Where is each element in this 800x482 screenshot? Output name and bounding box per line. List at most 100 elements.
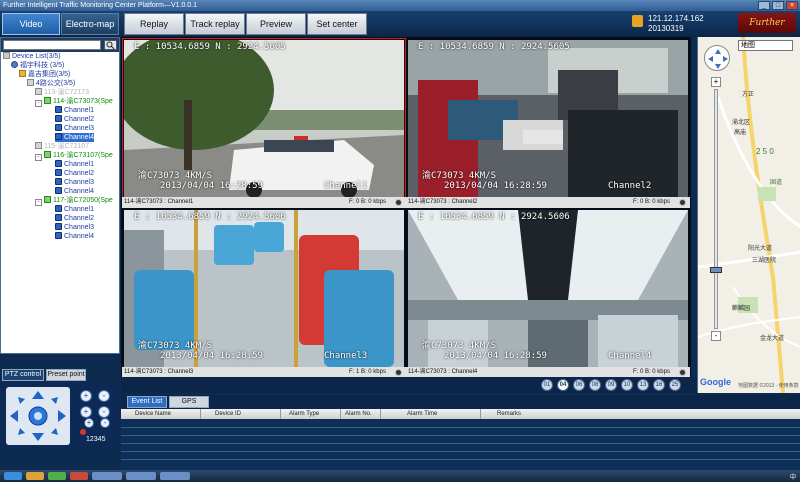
pan-up-right-icon[interactable] — [51, 397, 58, 404]
tree-channel-item[interactable]: Channel4 — [55, 232, 94, 241]
column-header[interactable]: Device ID — [201, 409, 281, 419]
tree-channel-item[interactable]: Channel2 — [55, 115, 94, 124]
tree-device-item[interactable]: - 116-渝C73107(Spe — [35, 151, 113, 161]
close-button[interactable]: × — [786, 1, 798, 10]
tab-preset-point[interactable]: Preset point — [46, 369, 86, 381]
taskbar-app-icon[interactable] — [70, 472, 88, 480]
tree-channel-item[interactable]: Channel3 — [55, 178, 94, 187]
tray-ime-indicator[interactable]: 中 — [790, 472, 796, 481]
tree-group-item[interactable]: Device List(3/5) — [3, 52, 61, 61]
zoom-in-button[interactable]: + — [80, 390, 92, 402]
column-header[interactable]: Alarm Type — [281, 409, 341, 419]
split-mode-button[interactable]: 13 — [637, 379, 649, 391]
split-mode-button[interactable]: 10 — [621, 379, 633, 391]
tab-gps-monitoring[interactable]: GPS monitoring — [169, 396, 209, 415]
video-cell-2[interactable]: E : 10534.6859 N : 2924.5605 渝C73073 4KM… — [406, 38, 690, 208]
taskbar-app-icon[interactable] — [160, 472, 190, 480]
tree-channel-item[interactable]: Channel1 — [55, 205, 94, 214]
map-zoom-in-button[interactable]: + — [711, 77, 721, 87]
track-replay-button[interactable]: Track replay — [185, 13, 245, 35]
tab-event-list[interactable]: Event List — [127, 396, 167, 408]
record-icon[interactable] — [395, 369, 402, 376]
map-type-select[interactable]: 地图 — [738, 40, 793, 51]
focus-near-button[interactable]: + — [80, 406, 92, 418]
tab-video-preview[interactable]: Video Preview — [2, 13, 60, 49]
split-mode-button[interactable]: 09 — [605, 379, 617, 391]
pan-right-icon[interactable] — [58, 410, 66, 422]
column-header[interactable]: Device Name — [121, 409, 201, 419]
split-mode-button[interactable]: 01 — [541, 379, 553, 391]
preview-image-button[interactable]: Preview Image — [246, 13, 306, 49]
pan-down-icon[interactable] — [32, 433, 44, 441]
focus-far-button[interactable]: - — [98, 406, 110, 418]
pan-up-left-icon[interactable] — [18, 397, 25, 404]
tree-channel-item[interactable]: Channel2 — [55, 214, 94, 223]
video-cell-4[interactable]: E : 10534.6859 N : 2924.5606 渝C73073 4KM… — [406, 208, 690, 378]
iris-close-button[interactable]: - — [100, 418, 110, 428]
split-mode-button[interactable]: 16 — [653, 379, 665, 391]
map-panel[interactable]: 地图 + - 方正 渝北区 高庙 2 5 0 国道 阳光大道 三湖医院 麒麟园 … — [697, 37, 800, 393]
table-row — [121, 435, 800, 436]
tree-channel-item[interactable]: Channel1 — [55, 160, 94, 169]
tree-group-item[interactable]: 嘉吉集团(3/5) — [19, 70, 70, 79]
record-icon[interactable] — [679, 369, 686, 376]
map-zoom-slider[interactable] — [714, 89, 718, 329]
search-input[interactable] — [3, 40, 101, 50]
bus-icon — [27, 79, 34, 86]
tree-channel-item[interactable]: Channel2 — [55, 169, 94, 178]
taskbar-app-icon[interactable] — [48, 472, 66, 480]
expand-toggle-icon[interactable]: - — [35, 154, 42, 161]
taskbar-app-icon[interactable] — [26, 472, 44, 480]
tree-group-item[interactable]: 4路公交(3/5) — [27, 79, 75, 88]
column-header[interactable]: Alarm Time — [381, 409, 481, 419]
expand-toggle-icon[interactable]: - — [35, 199, 42, 206]
map-zoom-thumb[interactable] — [710, 267, 722, 273]
maximize-button[interactable]: □ — [772, 1, 784, 10]
tree-channel-item[interactable]: Channel3 — [55, 223, 94, 232]
iris-open-button[interactable]: + — [84, 418, 94, 428]
tree-device-item[interactable]: 113-渝C72173 — [35, 88, 89, 97]
map-zoom-out-button[interactable]: - — [711, 331, 721, 341]
minimize-button[interactable]: _ — [758, 1, 770, 10]
tree-device-item[interactable]: 115-渝C72107 — [35, 142, 89, 151]
tree-channel-item[interactable]: Channel1 — [55, 106, 94, 115]
tree-channel-item[interactable]: Channel4 — [55, 187, 94, 196]
split-mode-button[interactable]: 25 — [669, 379, 681, 391]
zoom-out-button[interactable]: - — [98, 390, 110, 402]
expand-toggle-icon[interactable]: - — [35, 100, 42, 107]
split-mode-button[interactable]: 08 — [589, 379, 601, 391]
record-icon[interactable] — [395, 199, 402, 206]
bus-icon — [35, 142, 42, 149]
taskbar-app-icon[interactable] — [92, 472, 122, 480]
tree-device-item[interactable]: - 117-渝C72050(Spe — [35, 196, 113, 206]
taskbar-app-icon[interactable] — [126, 472, 156, 480]
tree-channel-item[interactable]: Channel4 — [55, 133, 94, 142]
record-icon[interactable] — [679, 199, 686, 206]
pan-up-icon[interactable] — [32, 391, 44, 399]
tree-device-item[interactable]: - 114-渝C73073(Spe — [35, 97, 113, 107]
replay-button[interactable]: Replay — [124, 13, 184, 35]
pan-down-left-icon[interactable] — [18, 428, 25, 435]
column-header[interactable]: Remarks — [481, 409, 800, 419]
window-title: Further Intelligent Traffic Monitoring C… — [3, 2, 198, 9]
split-mode-button[interactable]: 06 — [573, 379, 585, 391]
pan-down-right-icon[interactable] — [51, 428, 58, 435]
brand-logo: Further — [738, 13, 796, 33]
map-pan-control[interactable] — [704, 45, 730, 71]
event-table: Device Name Device ID Alarm Type Alarm N… — [121, 409, 800, 470]
video-cell-3[interactable]: E : 10534.6859 N : 2924.5606 渝C73073 4KM… — [122, 208, 406, 378]
start-icon[interactable] — [4, 472, 22, 480]
pan-left-icon[interactable] — [10, 410, 18, 422]
tree-channel-item[interactable]: Channel3 — [55, 124, 94, 133]
search-icon — [106, 41, 115, 50]
split-mode-button[interactable]: 04 — [557, 379, 569, 391]
tab-electro-map[interactable]: Electro-map — [61, 13, 119, 35]
video-cell-1[interactable]: E : 10534.6859 N : 2924.5605 渝C73073 4KM… — [122, 38, 406, 208]
tree-item-label: Device List(3/5) — [12, 53, 61, 60]
ptz-speed-levels[interactable]: 12345 — [86, 436, 105, 443]
tree-group-item[interactable]: 福宇科技 (3/5) — [11, 61, 64, 70]
set-center-button[interactable]: Set center — [307, 13, 367, 35]
tab-ptz-control[interactable]: PTZ control — [2, 369, 44, 381]
column-header[interactable]: Alarm No. — [341, 409, 381, 419]
search-button[interactable] — [104, 40, 117, 50]
